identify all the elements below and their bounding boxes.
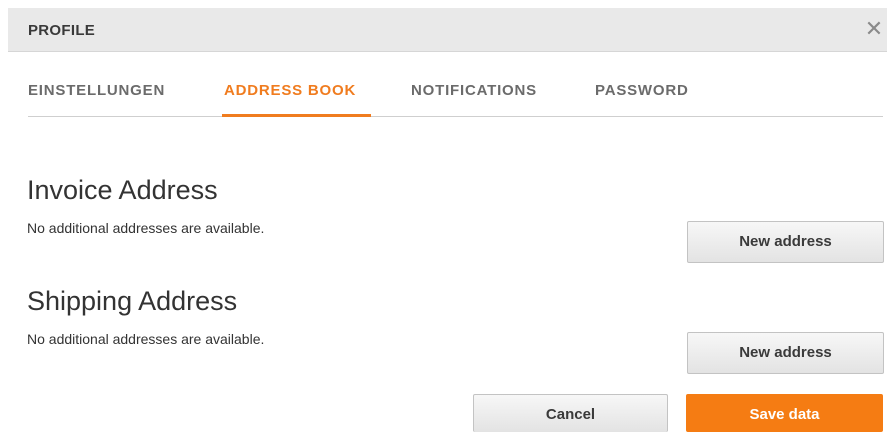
invoice-new-address-button[interactable]: New address (687, 221, 884, 263)
profile-modal: PROFILE ✕ EINSTELLUNGEN ADDRESS BOOK NOT… (0, 0, 887, 432)
tab-einstellungen[interactable]: EINSTELLUNGEN (28, 82, 165, 99)
tab-address-book[interactable]: ADDRESS BOOK (224, 82, 356, 99)
shipping-address-title: Shipping Address (27, 286, 238, 316)
modal-header: PROFILE ✕ (8, 8, 887, 52)
modal-title: PROFILE (28, 22, 96, 39)
invoice-empty-text: No additional addresses are available. (27, 220, 265, 236)
active-tab-indicator (222, 114, 371, 117)
tab-notifications[interactable]: NOTIFICATIONS (411, 82, 537, 99)
tab-bar: EINSTELLUNGEN ADDRESS BOOK NOTIFICATIONS… (28, 70, 883, 117)
close-icon[interactable]: ✕ (863, 17, 885, 41)
invoice-address-title: Invoice Address (27, 175, 218, 205)
tab-password[interactable]: PASSWORD (595, 82, 689, 99)
save-data-button[interactable]: Save data (686, 394, 883, 432)
shipping-new-address-button[interactable]: New address (687, 332, 884, 374)
cancel-button[interactable]: Cancel (473, 394, 668, 432)
shipping-empty-text: No additional addresses are available. (27, 331, 265, 347)
